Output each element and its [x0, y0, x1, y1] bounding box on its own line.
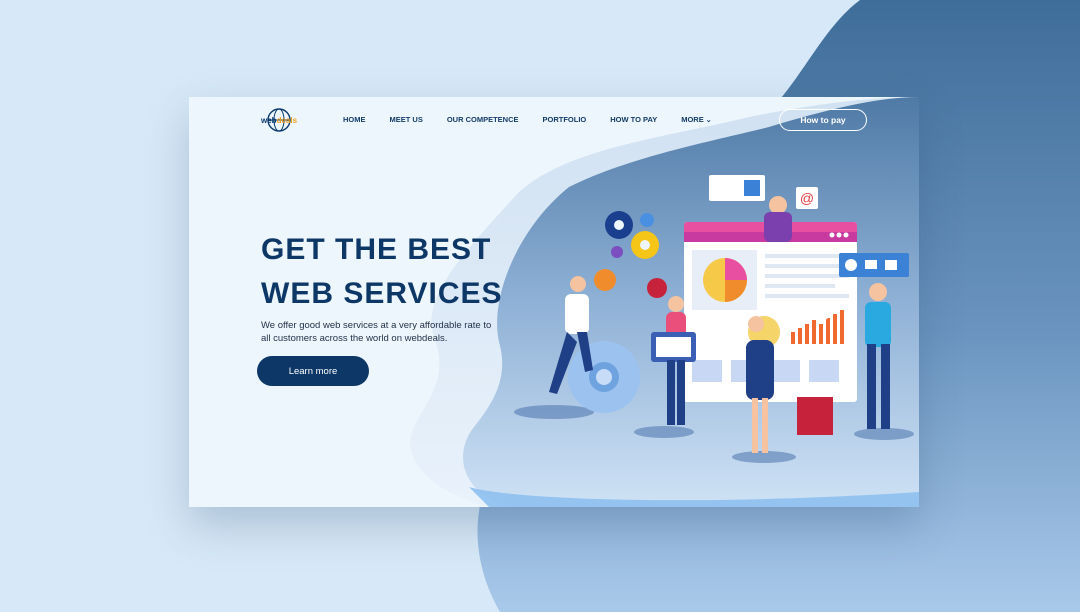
learn-more-button[interactable]: Learn more — [257, 356, 369, 386]
hero-subtitle: We offer good web services at a very aff… — [261, 320, 492, 344]
nav-how-to-pay[interactable]: HOW TO PAY — [610, 115, 657, 124]
nav-portfolio[interactable]: PORTFOLIO — [543, 115, 587, 124]
logo-text-deals: deals — [276, 116, 298, 125]
hero-title-line1: GET THE BEST — [261, 233, 492, 266]
how-to-pay-button[interactable]: How to pay — [779, 109, 867, 131]
brand-logo[interactable]: webdeals — [261, 116, 297, 125]
chevron-down-icon: ⌄ — [705, 117, 712, 124]
nav-more[interactable]: MORE ⌄ — [681, 115, 711, 124]
hero-title-line2: WEB SERVICES — [261, 277, 503, 310]
main-nav: HOME MEET US OUR COMPETENCE PORTFOLIO HO… — [343, 115, 736, 124]
nav-meet-us[interactable]: MEET US — [390, 115, 423, 124]
svg-text:@: @ — [800, 190, 814, 206]
landing-card: webdeals HOME MEET US OUR COMPETENCE POR… — [189, 97, 919, 507]
person-window-man — [764, 196, 792, 242]
nav-more-label: MORE — [681, 115, 704, 124]
nav-our-competence[interactable]: OUR COMPETENCE — [447, 115, 519, 124]
person-phone-man — [865, 283, 891, 429]
logo-text-web: web — [261, 116, 277, 125]
nav-home[interactable]: HOME — [343, 115, 366, 124]
hero-title: GET THE BEST WEB SERVICES — [261, 228, 521, 316]
hero-illustration: @ — [514, 175, 914, 463]
